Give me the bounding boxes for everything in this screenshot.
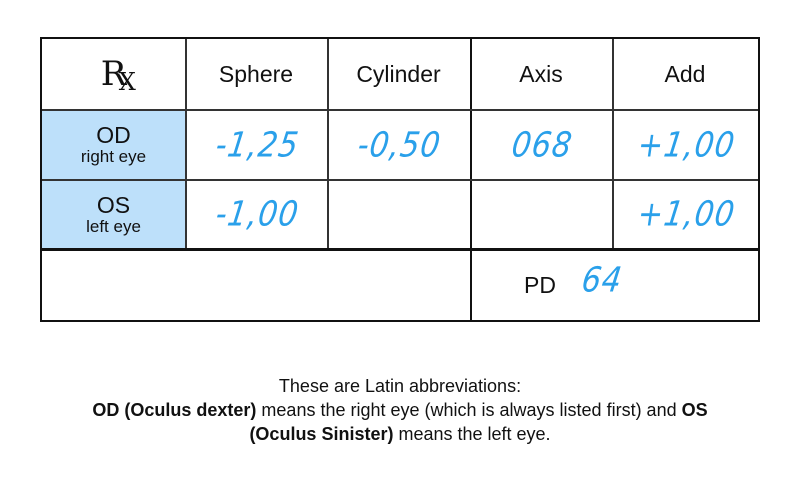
rx-symbol-cell: RX <box>42 39 185 109</box>
pd-label: PD <box>524 272 556 298</box>
os-axis <box>472 181 612 248</box>
explanation-note: These are Latin abbreviations: OD (Oculu… <box>40 374 760 446</box>
divider <box>327 39 329 248</box>
header-add: Add <box>664 60 706 87</box>
header-sphere: Sphere <box>218 60 294 87</box>
rx-symbol-icon: RX <box>100 54 136 96</box>
od-cylinder: -0,50 <box>355 124 444 166</box>
divider <box>612 39 614 248</box>
os-sphere: -1,00 <box>212 194 302 235</box>
header-axis: Axis <box>519 60 563 87</box>
os-row-label: OS left eye <box>42 181 185 248</box>
note-line1: These are Latin abbreviations: <box>278 376 522 396</box>
header-cylinder: Cylinder <box>356 60 441 87</box>
od-row-label: OD right eye <box>42 111 185 179</box>
os-add: +1,00 <box>634 194 738 235</box>
divider <box>185 39 187 248</box>
os-code: OS <box>96 191 131 218</box>
od-code: OD <box>96 122 131 148</box>
os-cylinder <box>329 181 470 248</box>
pd-value: 64 <box>579 260 625 301</box>
divider <box>42 109 758 111</box>
divider <box>42 179 758 181</box>
os-label: left eye <box>86 216 141 236</box>
blank-cell <box>42 251 470 320</box>
note-line2: OD (Oculus dexter) means the right eye (… <box>92 400 708 420</box>
od-add: +1,00 <box>634 124 738 166</box>
divider <box>42 248 758 251</box>
note-line3: (Oculus Sinister) means the left eye. <box>249 424 551 444</box>
od-label: right eye <box>80 147 147 166</box>
pd-cell: PD 64 <box>472 251 758 320</box>
od-axis: 068 <box>509 124 575 166</box>
prescription-table: RX Sphere Cylinder Axis Add OD right eye… <box>40 37 760 322</box>
od-sphere: -1,25 <box>212 124 302 166</box>
